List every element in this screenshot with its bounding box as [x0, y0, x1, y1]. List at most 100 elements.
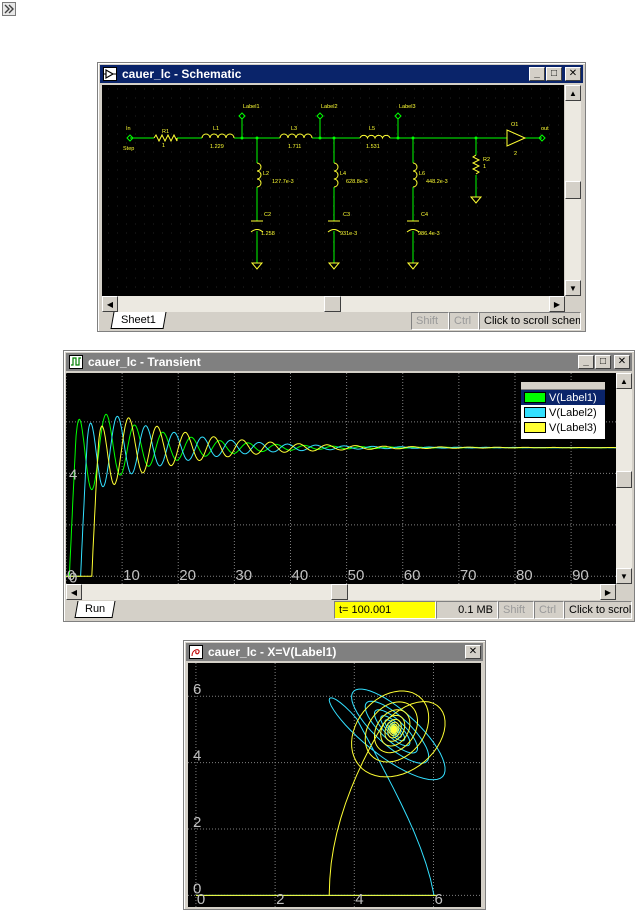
x-tick-label: 4: [355, 891, 363, 907]
schematic-statusbar: Sheet1 Shift Ctrl Click to scroll schem: [102, 312, 581, 330]
label-l5-value: 1.531: [366, 144, 380, 150]
inductor-l2: [256, 162, 262, 188]
label-l4: L4: [340, 171, 346, 177]
ctrl-indicator: Ctrl: [534, 601, 564, 619]
x-tick-label: 30: [235, 567, 252, 584]
x-tick-label: 80: [516, 567, 533, 584]
label-l5: L5: [369, 126, 375, 132]
capacitor-c3: [327, 220, 341, 233]
scroll-right-button[interactable]: ▶: [600, 584, 616, 600]
legend-swatch-green: [524, 392, 546, 403]
series-line: [66, 415, 616, 577]
resistor-r2: [471, 154, 481, 175]
label-out: out: [541, 126, 549, 132]
maximize-button[interactable]: □: [546, 67, 562, 81]
scroll-thumb[interactable]: [324, 296, 341, 312]
legend-swatch-cyan: [524, 407, 546, 418]
label-l2-value: 127.7e-3: [272, 179, 294, 185]
x-tick-label: 2: [276, 891, 284, 907]
scroll-thumb[interactable]: [565, 181, 581, 199]
ground-c3: [327, 262, 341, 270]
label-l1-value: 1.229: [210, 144, 224, 150]
shift-indicator: Shift: [411, 312, 449, 330]
minimize-button[interactable]: _: [529, 67, 545, 81]
scroll-up-button[interactable]: ▲: [565, 85, 581, 101]
close-button[interactable]: ✕: [614, 355, 630, 369]
x-tick-label: 60: [404, 567, 421, 584]
label-o1-value: 2: [514, 151, 517, 157]
x-tick-label: 90: [572, 567, 589, 584]
transient-titlebar[interactable]: cauer_lc - Transient _ □ ✕: [66, 353, 632, 371]
phase-curve: [195, 688, 446, 896]
schematic-vscroll[interactable]: ▲ ▼: [565, 85, 581, 296]
transient-statusbar: Run t= 100.001 0.1 MB Shift Ctrl Click t…: [66, 601, 632, 619]
transient-window[interactable]: cauer_lc - Transient _ □ ✕ 0 10 20 30 40 50 60…: [63, 350, 635, 622]
y-tick-label: 2: [193, 814, 201, 831]
xy-window[interactable]: cauer_lc - X=V(Label1) ✕ 02460246: [183, 640, 486, 910]
schematic-titlebar[interactable]: cauer_lc - Schematic _ □ ✕: [100, 65, 583, 83]
xy-titlebar[interactable]: cauer_lc - X=V(Label1) ✕: [186, 643, 483, 661]
legend-item[interactable]: V(Label1): [521, 390, 605, 405]
label-r2: R2: [483, 157, 490, 163]
xy-plot[interactable]: 02460246: [188, 663, 481, 907]
time-readout: t= 100.001: [334, 601, 436, 619]
x-tick-label: 20: [179, 567, 196, 584]
schematic-window[interactable]: cauer_lc - Schematic _ □ ✕ In Step R1 1 …: [97, 62, 586, 332]
inductor-l3: [279, 133, 313, 139]
transient-legend[interactable]: V(Label1) V(Label2) V(Label3): [520, 381, 606, 440]
legend-label: V(Label3): [549, 421, 597, 434]
scroll-down-button[interactable]: ▼: [616, 568, 632, 584]
label-l6: L6: [419, 171, 425, 177]
schematic-canvas[interactable]: In Step R1 1 L1 1.229 L3 1.711 L5 1.531 …: [102, 85, 564, 296]
schematic-icon: [103, 67, 117, 81]
label-label3: Label3: [399, 104, 416, 110]
x-tick-label: 6: [434, 891, 442, 907]
minimize-button[interactable]: _: [578, 355, 594, 369]
label-r1-value: 1: [162, 143, 165, 149]
label-step: Step: [123, 146, 134, 152]
status-hint: Click to scroll schem: [479, 312, 581, 330]
terminals: [126, 112, 546, 142]
label-label1: Label1: [243, 104, 260, 110]
label-l1: L1: [213, 126, 219, 132]
label-in: In: [126, 126, 131, 132]
label-c2: C2: [264, 212, 271, 218]
y-tick-label: 6: [193, 681, 201, 698]
scroll-down-button[interactable]: ▼: [565, 280, 581, 296]
xy-title: cauer_lc - X=V(Label1): [208, 645, 337, 659]
label-l4-value: 628.8e-3: [346, 179, 368, 185]
transient-vscroll[interactable]: ▲ ▼: [616, 373, 632, 584]
buffer-o1: [506, 129, 527, 147]
schematic-hscroll[interactable]: ◀ ▶: [102, 296, 565, 312]
legend-item[interactable]: V(Label2): [521, 405, 605, 420]
scroll-right-button[interactable]: ▶: [549, 296, 565, 312]
legend-item[interactable]: V(Label3): [521, 420, 605, 435]
schematic-grid: [108, 88, 559, 288]
tab-run[interactable]: Run: [74, 601, 116, 618]
phase-curve: [195, 690, 446, 896]
legend-label: V(Label2): [549, 406, 597, 419]
scroll-thumb[interactable]: [616, 471, 632, 488]
series-line: [66, 417, 616, 577]
label-c3-value: 931e-3: [340, 231, 357, 237]
scroll-left-button[interactable]: ◀: [66, 584, 82, 600]
y-tick-label: 0: [69, 569, 77, 584]
transient-icon: [69, 355, 83, 369]
close-button[interactable]: ✕: [465, 645, 481, 659]
wires: [130, 119, 542, 263]
label-c4-value: 986.4e-3: [418, 231, 440, 237]
transient-hscroll[interactable]: ◀ ▶: [66, 584, 616, 600]
scroll-left-button[interactable]: ◀: [102, 296, 118, 312]
close-button[interactable]: ✕: [565, 67, 581, 81]
app-icon[interactable]: [2, 2, 16, 16]
components: [153, 129, 527, 270]
label-l6-value: 448.2e-3: [426, 179, 448, 185]
tab-sheet1[interactable]: Sheet1: [110, 312, 167, 329]
status-hint: Click to scroll: [564, 601, 632, 619]
memory-readout: 0.1 MB: [436, 601, 498, 619]
label-c2-value: 1.258: [261, 231, 275, 237]
scroll-up-button[interactable]: ▲: [616, 373, 632, 389]
maximize-button[interactable]: □: [595, 355, 611, 369]
transient-title: cauer_lc - Transient: [88, 355, 201, 369]
scroll-thumb[interactable]: [331, 584, 348, 600]
